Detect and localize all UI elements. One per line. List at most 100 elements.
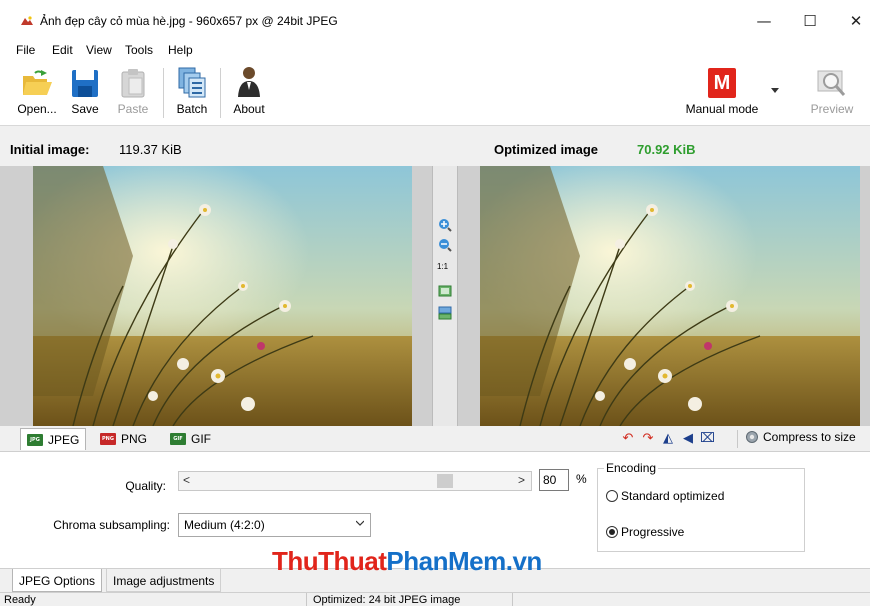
optimized-image-view[interactable] — [480, 166, 860, 426]
initial-image-size: 119.37 KiB — [119, 142, 182, 157]
paste-button[interactable]: Paste — [112, 60, 154, 124]
png-icon: PNG — [100, 433, 116, 445]
chroma-subsampling-select[interactable]: Medium (4:2:0) — [178, 513, 371, 537]
optimized-photo — [480, 166, 860, 426]
encoding-progressive-radio[interactable]: Progressive — [606, 525, 684, 539]
flip-vertical-icon[interactable]: ◀ — [681, 432, 695, 446]
encoding-progressive-label: Progressive — [621, 525, 685, 539]
status-separator — [512, 593, 513, 606]
encoding-group: Encoding Standard optimized Progressive — [597, 461, 805, 552]
flip-horizontal-icon[interactable]: ◭ — [661, 432, 675, 446]
sync-view-icon[interactable] — [438, 306, 452, 320]
floppy-disk-icon — [72, 70, 98, 97]
quality-label: Quality: — [125, 479, 166, 493]
slider-thumb[interactable] — [437, 474, 453, 488]
paste-label: Paste — [117, 102, 149, 116]
tab-png-label: PNG — [121, 432, 148, 446]
maximize-icon: ☐ — [803, 12, 817, 30]
quality-input[interactable]: 80 — [539, 469, 569, 491]
status-ready: Ready — [4, 594, 36, 606]
menu-help[interactable]: Help — [168, 43, 193, 57]
tab-image-adjustments[interactable]: Image adjustments — [106, 569, 222, 592]
tab-gif[interactable]: GIF GIF — [164, 428, 217, 450]
watermark-part-b: PhanMem.vn — [386, 546, 542, 576]
actual-size-button[interactable]: 1:1 — [437, 262, 448, 271]
title-bar: Ảnh đẹp cây cỏ mùa hè.jpg - 960x657 px @… — [0, 0, 870, 40]
maximize-button[interactable]: ☐ — [787, 6, 833, 36]
fit-to-window-icon[interactable] — [438, 284, 452, 298]
batch-icon — [178, 67, 206, 98]
quality-slider[interactable]: < > — [178, 471, 532, 491]
status-bar: Ready Optimized: 24 bit JPEG image — [0, 592, 870, 606]
person-icon — [238, 67, 260, 97]
encoding-standard-radio[interactable]: Standard optimized — [606, 489, 724, 503]
about-label: About — [233, 102, 265, 116]
zoom-toolbar: 1:1 — [432, 166, 458, 426]
about-button[interactable]: About — [229, 60, 269, 124]
toolbar-separator — [163, 68, 164, 118]
open-button[interactable]: Open... — [14, 60, 60, 124]
compress-to-size-button[interactable]: Compress to size — [745, 430, 856, 444]
tab-gif-label: GIF — [191, 432, 211, 446]
menu-edit[interactable]: Edit — [52, 43, 73, 57]
batch-label: Batch — [176, 102, 208, 116]
jpeg-icon: JPG — [27, 433, 43, 446]
chevron-down-icon — [356, 520, 364, 526]
folder-open-icon — [23, 70, 52, 95]
initial-image-view[interactable] — [33, 166, 412, 426]
initial-image-label: Initial image: — [10, 142, 90, 157]
preview-label: Preview — [810, 102, 854, 116]
manual-mode-label: Manual mode — [685, 102, 759, 116]
batch-button[interactable]: Batch — [172, 60, 212, 124]
slider-left-arrow-icon[interactable]: < — [183, 473, 190, 487]
open-label: Open... — [17, 102, 57, 116]
status-separator — [306, 593, 307, 606]
close-button[interactable]: ✕ — [833, 6, 870, 36]
format-bar: JPG JPEG PNG PNG GIF GIF ↶ ↷ ◭ ◀ ⌧ Compr… — [0, 426, 870, 452]
tab-jpeg[interactable]: JPG JPEG — [20, 428, 87, 450]
tab-png[interactable]: PNG PNG — [94, 428, 153, 450]
slider-right-arrow-icon[interactable]: > — [518, 473, 525, 487]
status-optimized-info: Optimized: 24 bit JPEG image — [313, 594, 461, 606]
tab-jpeg-options[interactable]: JPEG Options — [12, 569, 103, 592]
chroma-subsampling-value: Medium (4:2:0) — [184, 518, 265, 532]
window-title: Ảnh đẹp cây cỏ mùa hè.jpg - 960x657 px @… — [40, 14, 338, 28]
toolbar: Open... Save Paste Batch About M Manual … — [0, 60, 870, 126]
gif-icon: GIF — [170, 433, 186, 445]
preview-button[interactable]: Preview — [806, 60, 858, 124]
quality-unit: % — [576, 472, 587, 486]
compress-to-size-label: Compress to size — [763, 430, 856, 444]
app-icon — [21, 16, 33, 25]
magnifier-preview-icon — [817, 70, 846, 96]
menu-bar: File Edit View Tools Help — [0, 40, 870, 60]
save-label: Save — [71, 102, 99, 116]
gear-icon — [746, 431, 758, 443]
zoom-out-icon[interactable] — [438, 238, 452, 252]
radio-off-icon — [606, 490, 618, 502]
dropdown-arrow-icon[interactable] — [771, 88, 779, 94]
minimize-button[interactable]: — — [741, 6, 787, 36]
initial-photo — [33, 166, 412, 426]
menu-file[interactable]: File — [16, 43, 35, 57]
rotate-right-icon[interactable]: ↷ — [641, 432, 655, 446]
menu-tools[interactable]: Tools — [125, 43, 153, 57]
chroma-subsampling-label: Chroma subsampling: — [53, 518, 170, 532]
encoding-standard-label: Standard optimized — [621, 489, 725, 503]
toolbar-separator — [220, 68, 221, 118]
zoom-in-icon[interactable] — [438, 218, 452, 232]
close-icon: ✕ — [849, 12, 863, 30]
crop-icon[interactable]: ⌧ — [700, 432, 715, 446]
radio-on-icon — [606, 526, 618, 538]
manual-mode-button[interactable]: M Manual mode — [678, 60, 766, 124]
menu-view[interactable]: View — [86, 43, 112, 57]
image-header-bar: Initial image: 119.37 KiB Optimized imag… — [0, 126, 870, 166]
rotate-left-icon[interactable]: ↶ — [621, 432, 635, 446]
tools-separator — [737, 430, 738, 448]
tab-jpeg-label: JPEG — [48, 432, 80, 447]
watermark-part-a: ThuThuat — [272, 546, 387, 576]
minimize-icon: — — [756, 12, 772, 30]
save-button[interactable]: Save — [68, 60, 102, 124]
manual-mode-icon: M — [708, 68, 736, 98]
encoding-legend: Encoding — [604, 461, 659, 475]
site-watermark: ThuThuatPhanMem.vn — [272, 546, 542, 577]
